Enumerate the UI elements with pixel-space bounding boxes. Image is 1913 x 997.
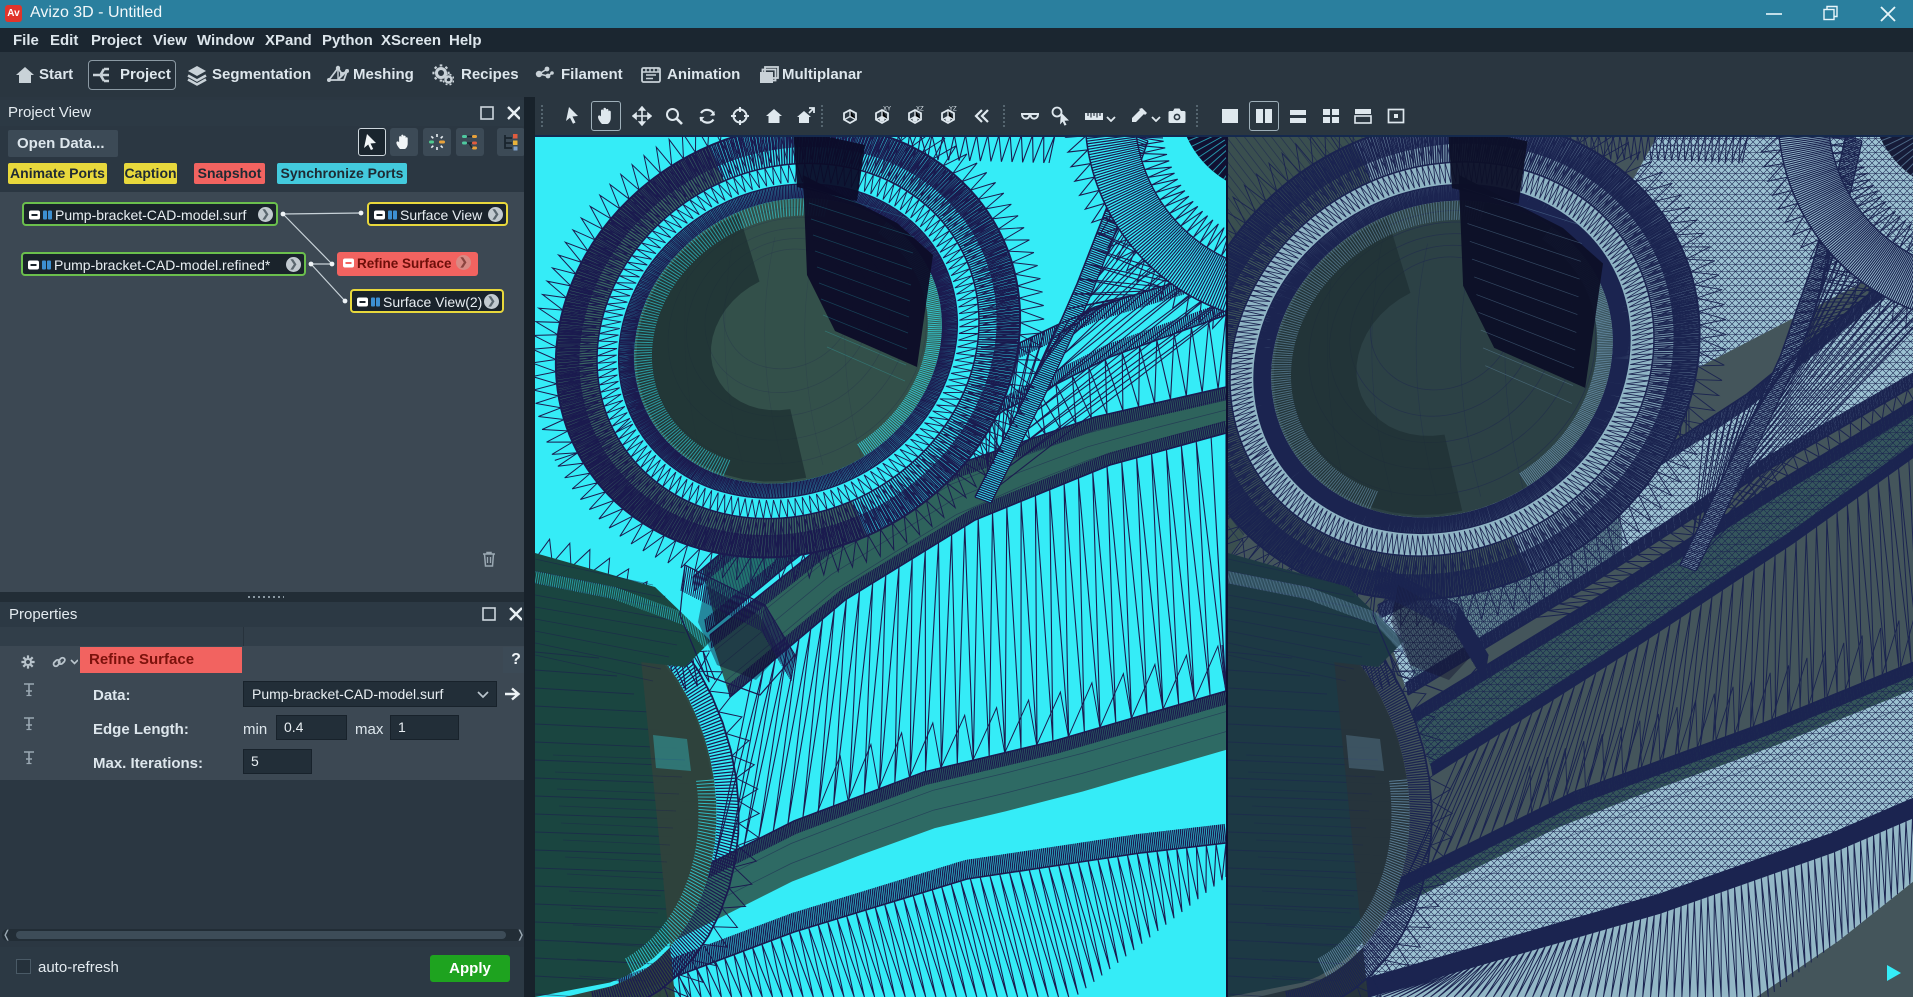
svg-text:XY: XY <box>883 107 891 113</box>
svg-text:XZ: XZ <box>916 107 924 113</box>
svg-text:YZ: YZ <box>949 107 957 113</box>
